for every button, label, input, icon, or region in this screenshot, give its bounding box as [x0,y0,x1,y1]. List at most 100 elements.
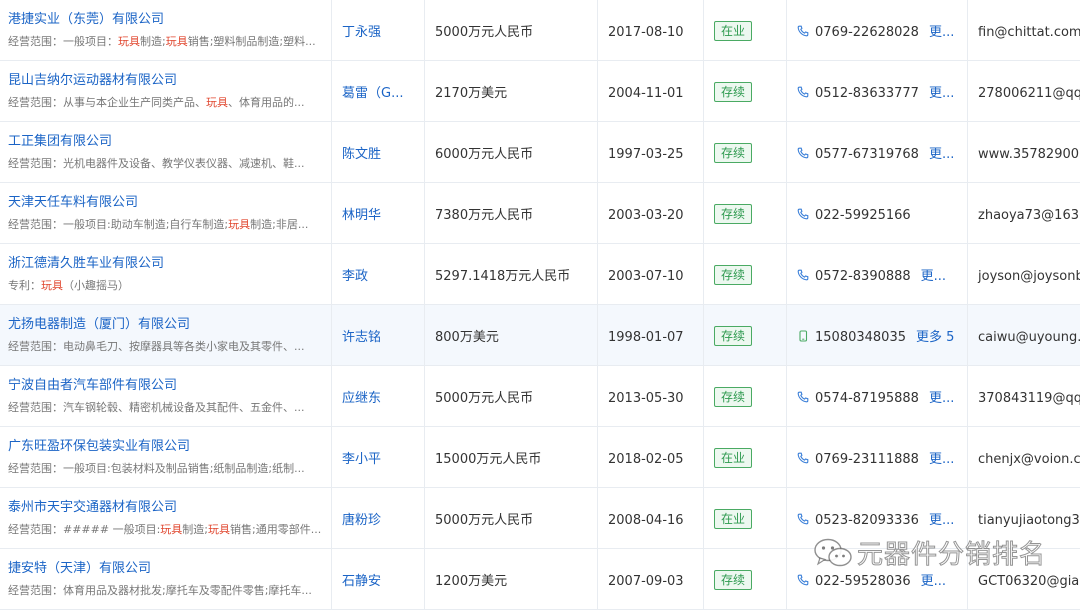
capital-cell: 1200万美元 [425,549,598,610]
phone-cell: 022-59925166 [787,183,968,244]
date-cell: 2003-03-20 [598,183,704,244]
established-date: 1997-03-25 [608,147,684,162]
capital-cell: 800万美元 [425,305,598,366]
phone-number: 0572-8390888 [815,269,911,284]
phone-icon [797,513,809,525]
scope-part: 销售;通用零部件... [230,523,321,536]
scope-part: 经营范围：汽车钢轮毂、精密机械设备及其配件、五金件、... [8,401,305,414]
scope-part: 经营范围：从事与本企业生产同类产品、 [8,96,206,109]
legal-rep-cell: 李小平 [332,427,425,488]
email-cell: GCT06320@giant-tianj... [968,549,1080,610]
company-cell: 浙江德清久胜车业有限公司专利：玩具（小趣摇马） [0,244,332,305]
capital-cell: 5297.1418万元人民币 [425,244,598,305]
email-cell: fin@chittat.com更多 1 [968,0,1080,61]
table-row: 港捷实业（东莞）有限公司经营范围：一般项目：玩具制造;玩具销售;塑料制品制造;塑… [0,0,1080,61]
status-badge: 存续 [714,326,752,346]
scope-part: 玩具 [166,35,188,48]
email-cell: tianyujiaotong333@ye... [968,488,1080,549]
legal-rep-cell: 陈文胜 [332,122,425,183]
legal-rep-cell: 应继东 [332,366,425,427]
company-name-link[interactable]: 泰州市天宇交通器材有限公司 [8,499,331,517]
status-cell: 存续 [704,244,787,305]
company-name-link[interactable]: 尤扬电器制造（厦门）有限公司 [8,316,331,334]
company-name-link[interactable]: 宁波自由者汽车部件有限公司 [8,377,331,395]
established-date: 2003-03-20 [608,208,684,223]
legal-rep-link[interactable]: 陈文胜 [342,147,381,162]
email-address: GCT06320@giant-tianj... [978,574,1080,589]
registered-capital: 6000万元人民币 [435,147,533,162]
phone-more-link[interactable]: 更多 5 [916,330,954,345]
scope-part: 销售;塑料制品制造;塑料... [188,35,316,48]
scope-part: 经营范围：体育用品及器材批发;摩托车及零配件零售;摩托车... [8,584,312,597]
email-address: www.357829003@qq.c... [978,147,1080,162]
table-row: 浙江德清久胜车业有限公司专利：玩具（小趣摇马）李政5297.1418万元人民币2… [0,244,1080,305]
phone-more-link[interactable]: 更... [929,452,954,467]
established-date: 2004-11-01 [608,86,684,101]
legal-rep-link[interactable]: 许志铭 [342,330,381,345]
company-name-link[interactable]: 昆山吉纳尔运动器材有限公司 [8,72,331,90]
status-cell: 在业 [704,0,787,61]
established-date: 2017-08-10 [608,25,684,40]
scope-part: 玩具 [228,218,250,231]
email-cell: chenjx@voion.com [968,427,1080,488]
phone-icon [797,147,809,159]
phone-icon [797,86,809,98]
phone-number: 022-59528036 [815,574,911,589]
phone-cell: 022-59528036 更... [787,549,968,610]
date-cell: 2004-11-01 [598,61,704,122]
company-name-link[interactable]: 广东旺盈环保包装实业有限公司 [8,438,331,456]
legal-rep-link[interactable]: 应继东 [342,391,381,406]
email-cell: 278006211@qq.com [968,61,1080,122]
legal-rep-link[interactable]: 李政 [342,269,368,284]
phone-more-link[interactable]: 更... [929,391,954,406]
legal-rep-link[interactable]: 石静安 [342,574,381,589]
established-date: 2008-04-16 [608,513,684,528]
phone-more-link[interactable]: 更... [929,147,954,162]
capital-cell: 15000万元人民币 [425,427,598,488]
email-address: chenjx@voion.com [978,452,1080,467]
scope-part: 玩具 [160,523,182,536]
phone-cell: 0769-23111888更... [787,427,968,488]
company-cell: 广东旺盈环保包装实业有限公司经营范围：一般项目:包装材料及制品销售;纸制品制造;… [0,427,332,488]
phone-cell: 0574-87195888更... [787,366,968,427]
company-name-link[interactable]: 港捷实业（东莞）有限公司 [8,11,331,29]
status-badge: 在业 [714,21,752,41]
scope-part: 经营范围：一般项目： [8,35,118,48]
email-address: 278006211@qq.com [978,86,1080,101]
phone-number: 15080348035 [815,330,906,345]
legal-rep-link[interactable]: 林明华 [342,208,381,223]
legal-rep-cell: 许志铭 [332,305,425,366]
company-cell: 天津天任车料有限公司经营范围：一般项目:助动车制造;自行车制造;玩具制造;非居.… [0,183,332,244]
email-address: fin@chittat.com [978,25,1080,40]
company-cell: 尤扬电器制造（厦门）有限公司经营范围：电动鼻毛刀、按摩器具等各类小家电及其零件、… [0,305,332,366]
phone-more-link[interactable]: 更... [929,25,954,40]
business-scope: 经营范围：一般项目:包装材料及制品销售;纸制品制造;纸制... [8,461,331,477]
legal-rep-link[interactable]: 唐粉珍 [342,513,381,528]
scope-part: 玩具 [41,279,63,292]
company-name-link[interactable]: 工正集团有限公司 [8,133,331,151]
legal-rep-link[interactable]: 丁永强 [342,25,381,40]
phone-more-link[interactable]: 更... [921,574,946,589]
status-cell: 存续 [704,305,787,366]
scope-part: 制造;非居... [250,218,308,231]
email-cell: www.357829003@qq.c... [968,122,1080,183]
legal-rep-link[interactable]: 李小平 [342,452,381,467]
phone-icon [797,391,809,403]
business-scope: 经营范围：从事与本企业生产同类产品、玩具、体育用品的... [8,95,331,111]
business-scope: 经营范围：汽车钢轮毂、精密机械设备及其配件、五金件、... [8,400,331,416]
phone-more-link[interactable]: 更... [921,269,946,284]
status-cell: 存续 [704,366,787,427]
company-name-link[interactable]: 天津天任车料有限公司 [8,194,331,212]
email-cell: 370843119@qq.com [968,366,1080,427]
date-cell: 2008-04-16 [598,488,704,549]
status-cell: 存续 [704,61,787,122]
company-name-link[interactable]: 浙江德清久胜车业有限公司 [8,255,331,273]
legal-rep-link[interactable]: 葛雷（G... [342,86,403,101]
company-name-link[interactable]: 捷安特（天津）有限公司 [8,560,331,578]
table-row: 宁波自由者汽车部件有限公司经营范围：汽车钢轮毂、精密机械设备及其配件、五金件、.… [0,366,1080,427]
business-scope: 经营范围：体育用品及器材批发;摩托车及零配件零售;摩托车... [8,583,331,599]
phone-more-link[interactable]: 更... [929,86,954,101]
capital-cell: 7380万元人民币 [425,183,598,244]
email-address: tianyujiaotong333@ye... [978,513,1080,528]
phone-more-link[interactable]: 更... [929,513,954,528]
